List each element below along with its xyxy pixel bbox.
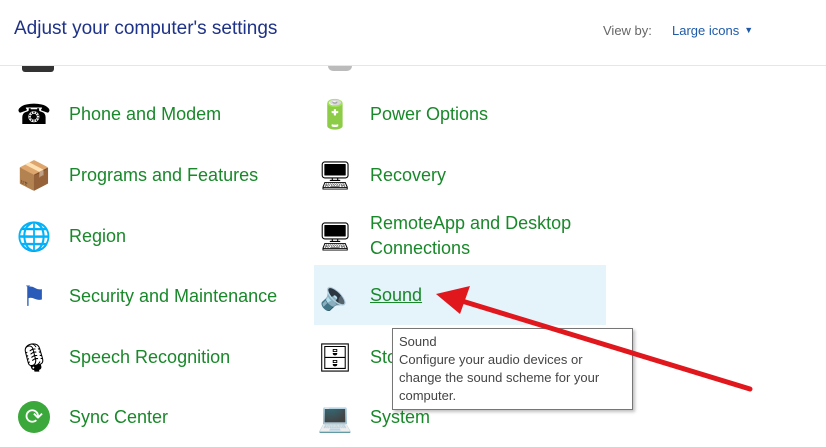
tooltip-description: Configure your audio devices or change t… (399, 352, 600, 403)
header-divider (0, 65, 826, 66)
item-label: Power Options (370, 103, 489, 124)
view-by-dropdown[interactable]: Large icons ▼ (672, 23, 753, 38)
item-label: Programs and Features (69, 164, 259, 185)
tooltip-title: Sound (399, 334, 437, 349)
item-security-and-maintenance[interactable]: ⚑ Security and Maintenance (15, 266, 277, 326)
item-sound[interactable]: 🔈 Sound (314, 265, 606, 325)
item-phone-and-modem[interactable]: ☎ Phone and Modem (15, 84, 222, 144)
computer-icon: 💻 (317, 401, 353, 433)
item-label: Region (69, 225, 127, 246)
partial-icon-top-left (22, 66, 56, 74)
item-label: Phone and Modem (69, 103, 222, 124)
item-programs-and-features[interactable]: 📦 Programs and Features (15, 145, 259, 205)
item-label: RemoteApp and Desktop Connections (370, 213, 572, 258)
item-label: Speech Recognition (69, 346, 231, 367)
remoteapp-icon: 🖥 (317, 220, 353, 252)
item-label: Sync Center (69, 406, 169, 427)
recovery-icon: 🖥 (317, 159, 353, 191)
item-remoteapp[interactable]: 🖥 RemoteApp and Desktop Connections (316, 206, 590, 266)
view-by-label: View by: (603, 23, 652, 38)
item-sync-center[interactable]: ⟳ Sync Center (15, 387, 168, 447)
battery-icon: 🔋 (317, 98, 353, 130)
item-label: Recovery (370, 164, 447, 185)
phone-modem-icon: ☎ (16, 98, 52, 130)
page-title: Adjust your computer's settings (14, 18, 278, 39)
item-label: Security and Maintenance (69, 285, 278, 306)
item-region[interactable]: 🌐 Region (15, 206, 126, 266)
chevron-down-icon: ▼ (744, 25, 754, 35)
sync-icon: ⟳ (18, 401, 50, 433)
globe-clock-icon: 🌐 (16, 220, 52, 252)
view-by-value: Large icons (672, 23, 740, 38)
microphone-icon: 🎙 (16, 341, 52, 373)
flag-icon: ⚑ (21, 280, 47, 312)
storage-icon: 🗄 (317, 341, 353, 373)
item-power-options[interactable]: 🔋 Power Options (316, 84, 489, 144)
programs-icon: 📦 (16, 159, 52, 191)
partial-icon-top-right (328, 66, 354, 74)
item-speech-recognition[interactable]: 🎙 Speech Recognition (15, 327, 230, 387)
speaker-icon: 🔈 (319, 279, 355, 311)
item-recovery[interactable]: 🖥 Recovery (316, 145, 446, 205)
item-label: Sound (370, 284, 423, 305)
sound-tooltip: Sound Configure your audio devices or cha… (392, 328, 633, 410)
